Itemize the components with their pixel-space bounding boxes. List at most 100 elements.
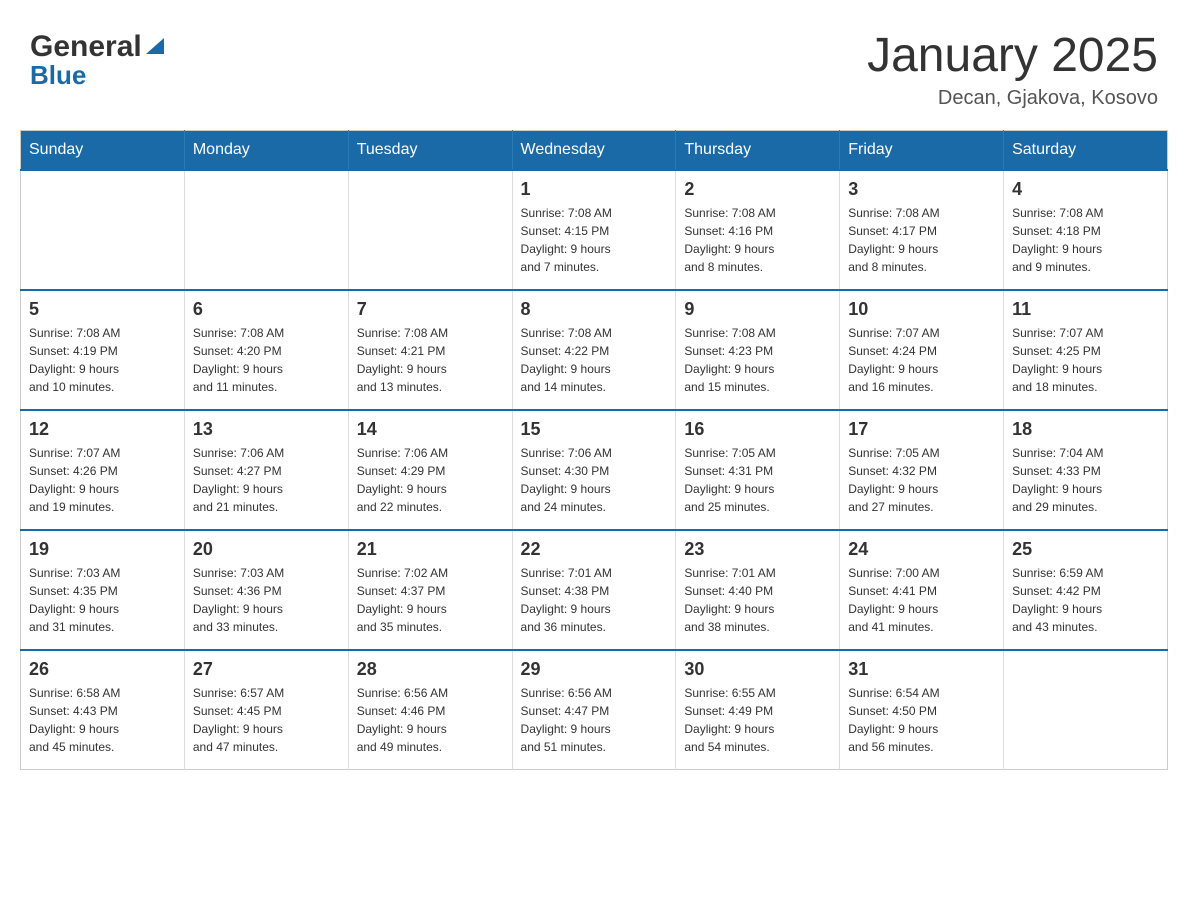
day-number: 13 [193,419,340,440]
calendar-cell [348,170,512,290]
day-info: Sunrise: 7:08 AM Sunset: 4:16 PM Dayligh… [684,204,831,276]
calendar-cell [21,170,185,290]
day-info: Sunrise: 7:04 AM Sunset: 4:33 PM Dayligh… [1012,444,1159,516]
calendar-cell: 9Sunrise: 7:08 AM Sunset: 4:23 PM Daylig… [676,290,840,410]
calendar-cell: 25 Sunrise: 6:59 AM Sunset: 4:42 PM Dayli… [1004,530,1168,650]
title-section: January 2025 Decan, Gjakova, Kosovo [867,30,1158,110]
day-info: Sunrise: 7:08 AM Sunset: 4:22 PM Dayligh… [521,324,668,396]
day-info: Sunrise: 7:08 AM Sunset: 4:20 PM Dayligh… [193,324,340,396]
calendar-cell: 27Sunrise: 6:57 AM Sunset: 4:45 PM Dayli… [184,650,348,770]
day-number: 1 [521,179,668,200]
day-number: 28 [357,659,504,680]
calendar-cell: 6 Sunrise: 7:08 AM Sunset: 4:20 PM Daylig… [184,290,348,410]
day-number: 14 [357,419,504,440]
day-number: 20 [193,539,340,560]
location-title: Decan, Gjakova, Kosovo [867,87,1158,110]
calendar-week-3: 12Sunrise: 7:07 AM Sunset: 4:26 PM Dayli… [21,410,1168,530]
day-info: Sunrise: 7:03 AM Sunset: 4:35 PM Dayligh… [29,564,176,636]
calendar-cell: 11 Sunrise: 7:07 AM Sunset: 4:25 PM Dayli… [1004,290,1168,410]
day-info: Sunrise: 7:03 AM Sunset: 4:36 PM Dayligh… [193,564,340,636]
month-title: January 2025 [867,30,1158,83]
day-info: Sunrise: 6:59 AM Sunset: 4:42 PM Dayligh… [1012,564,1159,636]
day-number: 23 [684,539,831,560]
day-info: Sunrise: 7:08 AM Sunset: 4:15 PM Dayligh… [521,204,668,276]
calendar-cell [184,170,348,290]
calendar-cell: 20 Sunrise: 7:03 AM Sunset: 4:36 PM Dayli… [184,530,348,650]
day-number: 3 [848,179,995,200]
day-info: Sunrise: 7:06 AM Sunset: 4:30 PM Dayligh… [521,444,668,516]
calendar-body: 1 Sunrise: 7:08 AM Sunset: 4:15 PM Daylig… [21,170,1168,770]
day-info: Sunrise: 6:56 AM Sunset: 4:46 PM Dayligh… [357,684,504,756]
day-header-tuesday: Tuesday [348,130,512,170]
calendar-header: SundayMondayTuesdayWednesdayThursdayFrid… [21,130,1168,170]
day-number: 25 [1012,539,1159,560]
calendar-cell: 13 Sunrise: 7:06 AM Sunset: 4:27 PM Dayli… [184,410,348,530]
day-info: Sunrise: 7:08 AM Sunset: 4:17 PM Dayligh… [848,204,995,276]
day-number: 7 [357,299,504,320]
calendar-cell: 12Sunrise: 7:07 AM Sunset: 4:26 PM Dayli… [21,410,185,530]
calendar-cell: 5 Sunrise: 7:08 AM Sunset: 4:19 PM Daylig… [21,290,185,410]
calendar-cell: 15Sunrise: 7:06 AM Sunset: 4:30 PM Dayli… [512,410,676,530]
day-number: 22 [521,539,668,560]
day-info: Sunrise: 6:55 AM Sunset: 4:49 PM Dayligh… [684,684,831,756]
day-info: Sunrise: 7:05 AM Sunset: 4:31 PM Dayligh… [684,444,831,516]
day-number: 8 [521,299,668,320]
day-info: Sunrise: 7:01 AM Sunset: 4:38 PM Dayligh… [521,564,668,636]
day-header-wednesday: Wednesday [512,130,676,170]
day-number: 4 [1012,179,1159,200]
day-info: Sunrise: 7:06 AM Sunset: 4:29 PM Dayligh… [357,444,504,516]
days-of-week-row: SundayMondayTuesdayWednesdayThursdayFrid… [21,130,1168,170]
logo-blue: Blue [30,60,86,91]
day-number: 10 [848,299,995,320]
calendar-week-2: 5 Sunrise: 7:08 AM Sunset: 4:19 PM Daylig… [21,290,1168,410]
calendar-table: SundayMondayTuesdayWednesdayThursdayFrid… [20,130,1168,771]
day-number: 9 [684,299,831,320]
day-info: Sunrise: 6:54 AM Sunset: 4:50 PM Dayligh… [848,684,995,756]
calendar-week-4: 19Sunrise: 7:03 AM Sunset: 4:35 PM Dayli… [21,530,1168,650]
day-header-sunday: Sunday [21,130,185,170]
calendar-cell: 18 Sunrise: 7:04 AM Sunset: 4:33 PM Dayli… [1004,410,1168,530]
logo: General Blue [30,30,166,91]
day-number: 31 [848,659,995,680]
calendar-cell: 21Sunrise: 7:02 AM Sunset: 4:37 PM Dayli… [348,530,512,650]
day-info: Sunrise: 7:00 AM Sunset: 4:41 PM Dayligh… [848,564,995,636]
day-number: 30 [684,659,831,680]
day-info: Sunrise: 7:01 AM Sunset: 4:40 PM Dayligh… [684,564,831,636]
day-number: 21 [357,539,504,560]
calendar-cell: 23 Sunrise: 7:01 AM Sunset: 4:40 PM Dayli… [676,530,840,650]
calendar-cell: 31 Sunrise: 6:54 AM Sunset: 4:50 PM Dayli… [840,650,1004,770]
day-info: Sunrise: 7:08 AM Sunset: 4:18 PM Dayligh… [1012,204,1159,276]
calendar-cell: 30 Sunrise: 6:55 AM Sunset: 4:49 PM Dayli… [676,650,840,770]
day-info: Sunrise: 7:07 AM Sunset: 4:25 PM Dayligh… [1012,324,1159,396]
calendar-cell: 14 Sunrise: 7:06 AM Sunset: 4:29 PM Dayli… [348,410,512,530]
day-number: 24 [848,539,995,560]
calendar-cell: 10 Sunrise: 7:07 AM Sunset: 4:24 PM Dayli… [840,290,1004,410]
day-number: 6 [193,299,340,320]
logo-general: General [30,30,142,64]
day-info: Sunrise: 6:58 AM Sunset: 4:43 PM Dayligh… [29,684,176,756]
day-number: 26 [29,659,176,680]
calendar-cell [1004,650,1168,770]
calendar-cell: 29Sunrise: 6:56 AM Sunset: 4:47 PM Dayli… [512,650,676,770]
day-number: 18 [1012,419,1159,440]
day-number: 5 [29,299,176,320]
calendar-cell: 8 Sunrise: 7:08 AM Sunset: 4:22 PM Daylig… [512,290,676,410]
day-number: 12 [29,419,176,440]
day-info: Sunrise: 7:07 AM Sunset: 4:24 PM Dayligh… [848,324,995,396]
day-header-thursday: Thursday [676,130,840,170]
calendar-week-5: 26 Sunrise: 6:58 AM Sunset: 4:43 PM Dayli… [21,650,1168,770]
day-info: Sunrise: 6:56 AM Sunset: 4:47 PM Dayligh… [521,684,668,756]
day-info: Sunrise: 7:05 AM Sunset: 4:32 PM Dayligh… [848,444,995,516]
calendar-cell: 26 Sunrise: 6:58 AM Sunset: 4:43 PM Dayli… [21,650,185,770]
day-number: 2 [684,179,831,200]
day-header-monday: Monday [184,130,348,170]
calendar-cell: 1 Sunrise: 7:08 AM Sunset: 4:15 PM Daylig… [512,170,676,290]
calendar-cell: 4 Sunrise: 7:08 AM Sunset: 4:18 PM Daylig… [1004,170,1168,290]
calendar-cell: 7 Sunrise: 7:08 AM Sunset: 4:21 PM Daylig… [348,290,512,410]
day-info: Sunrise: 7:06 AM Sunset: 4:27 PM Dayligh… [193,444,340,516]
day-info: Sunrise: 7:08 AM Sunset: 4:21 PM Dayligh… [357,324,504,396]
day-number: 11 [1012,299,1159,320]
page-header: General Blue January 2025 Decan, Gjakova… [20,20,1168,110]
calendar-cell: 17Sunrise: 7:05 AM Sunset: 4:32 PM Dayli… [840,410,1004,530]
day-info: Sunrise: 7:08 AM Sunset: 4:19 PM Dayligh… [29,324,176,396]
